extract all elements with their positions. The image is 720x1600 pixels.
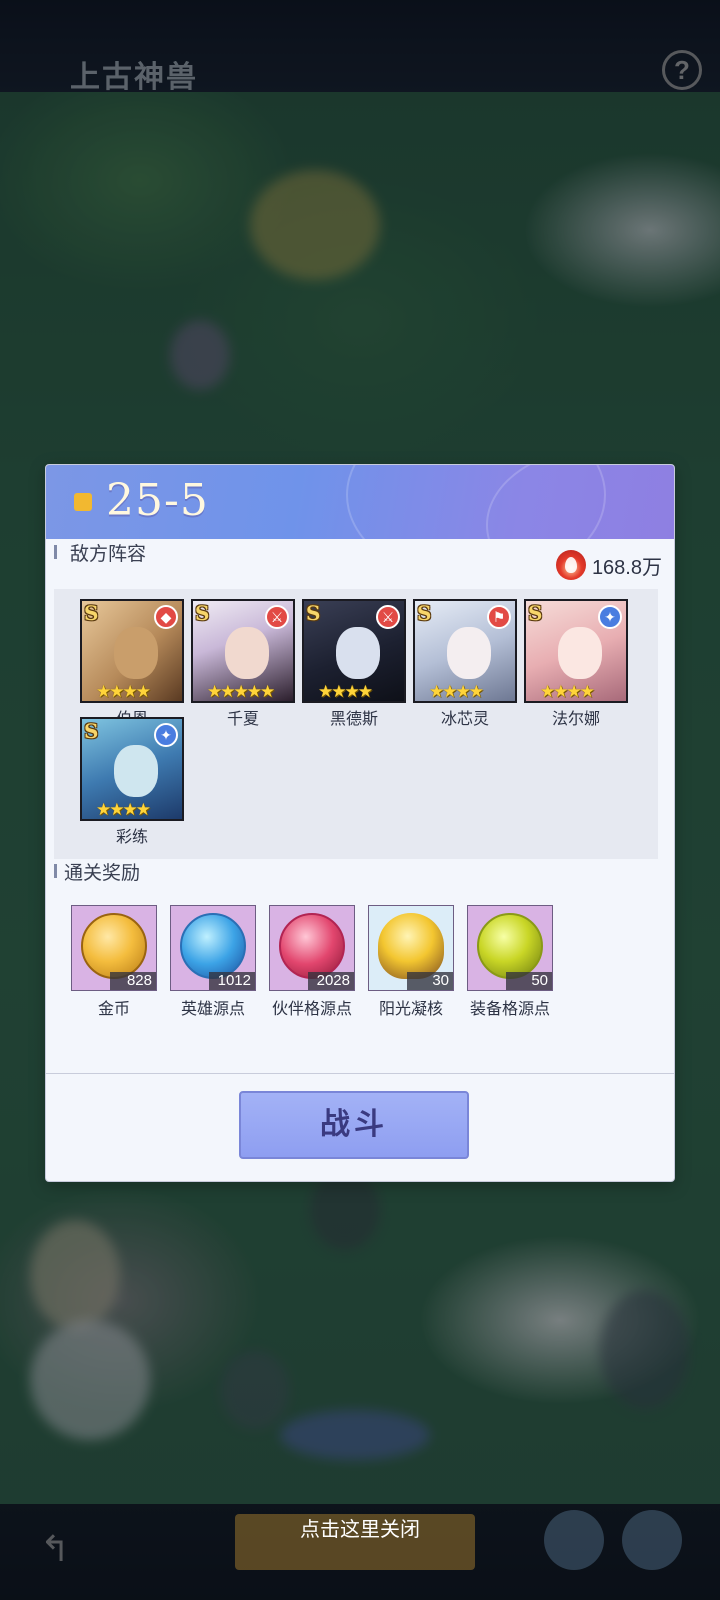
reward-item[interactable]: 1012 英雄源点 xyxy=(170,905,256,1018)
enemy-hero-card[interactable]: S ⚑ ★★★★ 冰芯灵 xyxy=(413,599,517,729)
enemy-section-title: 敌方阵容 xyxy=(70,544,147,565)
star-rating: ★★★★★ xyxy=(207,682,275,701)
sword-icon: ⚔ xyxy=(376,605,400,629)
question-icon: ? xyxy=(674,55,690,85)
enemy-hero-card[interactable]: S ⚔ ★★★★★ 千夏 xyxy=(191,599,295,729)
battle-button[interactable]: 战斗 xyxy=(239,1091,469,1159)
reward-tile: 2028 xyxy=(269,905,355,991)
reward-quantity: 50 xyxy=(506,972,552,990)
reward-tile: 1012 xyxy=(170,905,256,991)
star-rating: ★★★★ xyxy=(429,682,484,701)
hero-portrait: S ⚔ ★★★★★ xyxy=(191,599,295,703)
reward-quantity: 30 xyxy=(407,972,453,990)
section-marker xyxy=(54,864,57,878)
grade-badge: S xyxy=(306,601,321,625)
reward-section-title: 通关奖励 xyxy=(64,863,141,884)
shield-icon: ◆ xyxy=(154,605,178,629)
grade-badge: S xyxy=(84,601,99,625)
sunlight-core-icon xyxy=(378,913,444,979)
grade-badge: S xyxy=(417,601,432,625)
reward-tile: 828 xyxy=(71,905,157,991)
reward-item[interactable]: 2028 伙伴格源点 xyxy=(269,905,355,1018)
enemy-hero-card[interactable]: S ◆ ★★★★ 伯恩 xyxy=(80,599,184,729)
partner-essence-icon xyxy=(279,913,345,979)
star-rating: ★★★★ xyxy=(318,682,373,701)
hero-name: 冰芯灵 xyxy=(440,711,489,728)
reward-quantity: 1012 xyxy=(209,972,255,990)
hero-portrait: S ⚑ ★★★★ xyxy=(413,599,517,703)
magic-icon: ✦ xyxy=(598,605,622,629)
hero-portrait: S ✦ ★★★★ xyxy=(80,717,184,821)
hero-portrait: S ◆ ★★★★ xyxy=(80,599,184,703)
hero-name: 黑德斯 xyxy=(329,711,378,728)
equipment-essence-icon xyxy=(477,913,543,979)
reward-quantity: 828 xyxy=(110,972,156,990)
hero-figure xyxy=(447,627,491,679)
stage-number: 25-5 xyxy=(106,475,209,526)
hero-figure xyxy=(336,627,380,679)
dialog-divider xyxy=(46,1073,674,1074)
stage-dialog: 25-5 敌方阵容 168.8万 S ◆ ★★★★ 伯恩 S ⚔ ★★★★★ 千… xyxy=(45,464,675,1182)
reward-item[interactable]: 828 金币 xyxy=(71,905,157,1018)
stage-marker-icon xyxy=(74,493,92,511)
grade-badge: S xyxy=(195,601,210,625)
power-value: 168.8万 xyxy=(591,556,662,579)
hero-figure xyxy=(558,627,602,679)
hero-name: 彩练 xyxy=(115,829,148,846)
reward-item[interactable]: 30 阳光凝核 xyxy=(368,905,454,1018)
hero-figure xyxy=(225,627,269,679)
close-hint[interactable]: 点击这里关闭 xyxy=(0,1513,720,1542)
section-marker xyxy=(54,545,57,559)
help-button[interactable]: ? xyxy=(662,50,702,90)
star-rating: ★★★★ xyxy=(540,682,595,701)
magic-icon: ✦ xyxy=(154,723,178,747)
header-decoration xyxy=(486,465,674,539)
sword-icon: ⚔ xyxy=(265,605,289,629)
star-rating: ★★★★ xyxy=(96,800,151,819)
hero-figure xyxy=(114,745,158,797)
hero-name: 千夏 xyxy=(226,711,259,728)
enemy-hero-card[interactable]: S ✦ ★★★★ 法尔娜 xyxy=(524,599,628,729)
enemy-power: 168.8万 xyxy=(555,549,662,581)
reward-tile: 30 xyxy=(368,905,454,991)
reward-quantity: 2028 xyxy=(308,972,354,990)
enemy-hero-card[interactable]: S ⚔ ★★★★ 黑德斯 xyxy=(302,599,406,729)
hero-portrait: S ⚔ ★★★★ xyxy=(302,599,406,703)
grade-badge: S xyxy=(528,601,543,625)
gold-coin-icon xyxy=(81,913,147,979)
hero-portrait: S ✦ ★★★★ xyxy=(524,599,628,703)
staff-icon: ⚑ xyxy=(487,605,511,629)
flame-icon xyxy=(555,550,586,580)
star-rating: ★★★★ xyxy=(96,682,151,701)
dialog-header: 25-5 xyxy=(46,465,674,539)
reward-item[interactable]: 50 装备格源点 xyxy=(467,905,553,1018)
hero-figure xyxy=(114,627,158,679)
reward-name: 装备格源点 xyxy=(469,1001,550,1018)
grade-badge: S xyxy=(84,719,99,743)
hero-essence-icon xyxy=(180,913,246,979)
reward-tile: 50 xyxy=(467,905,553,991)
hero-name: 法尔娜 xyxy=(551,711,600,728)
enemy-hero-card[interactable]: S ✦ ★★★★ 彩练 xyxy=(80,717,184,847)
area-title: 上古神兽 xyxy=(70,61,198,94)
